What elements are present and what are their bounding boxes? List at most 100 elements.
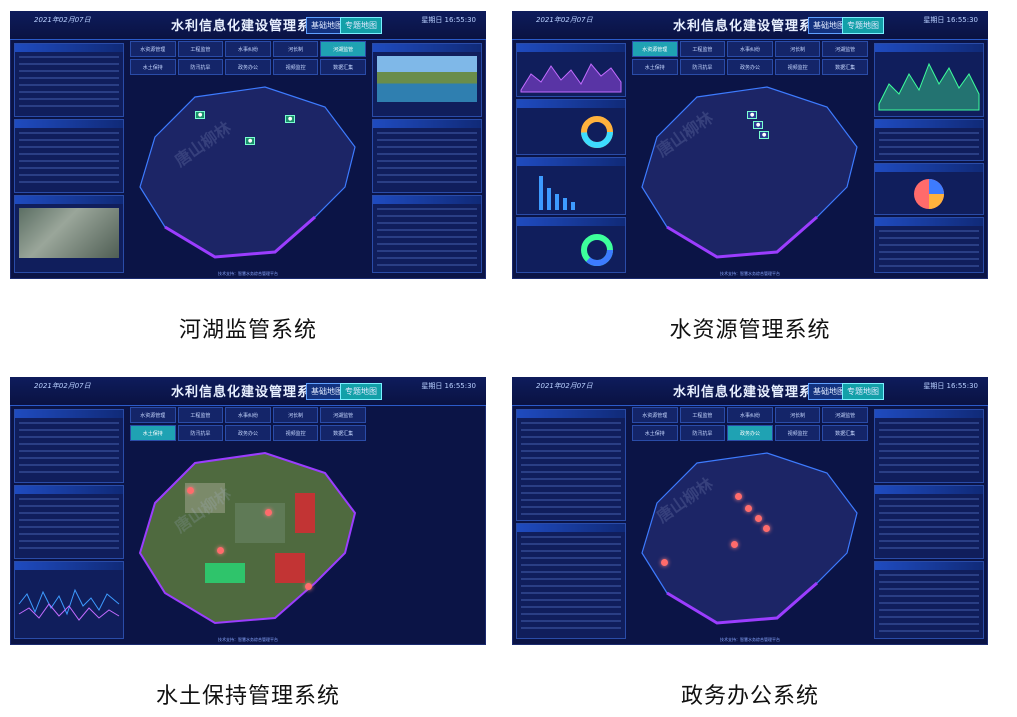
nav-item[interactable]: 防汛抗旱 — [177, 425, 224, 441]
nav-item-active[interactable]: 政务办公 — [727, 425, 773, 441]
info-box — [14, 43, 124, 117]
nav-item[interactable]: 数据汇集 — [320, 59, 366, 75]
module-nav: 水资源管理 工程监管 水事纠纷 河长制 河湖监管 水土保持 防汛抗旱 政务办公 … — [130, 41, 366, 75]
nav-item[interactable]: 水事纠纷 — [225, 407, 271, 423]
nav-item[interactable]: 数据汇集 — [320, 425, 366, 441]
right-column-collapsed — [372, 409, 482, 639]
nav-item[interactable]: 防汛抗旱 — [177, 59, 224, 75]
nav-item[interactable]: 河湖监管 — [320, 407, 366, 423]
nav-item[interactable]: 河长制 — [272, 407, 319, 423]
footer-text: 技术支持：智慧水务综合管理平台 — [218, 637, 278, 642]
donut-box — [516, 217, 626, 273]
nav-item[interactable]: 河长制 — [774, 407, 821, 423]
topic-map-button[interactable]: 专题地图 — [842, 383, 884, 400]
app-title: 水利信息化建设管理系统 — [672, 19, 827, 34]
caption-river-lake: 河湖监管系统 — [178, 318, 317, 343]
panel-soil-conservation: 2021年02月07日 水利信息化建设管理系统 基础地图 专题地图 星期日 16… — [10, 377, 486, 645]
nav-item[interactable]: 河湖监管 — [822, 41, 868, 57]
left-column — [14, 43, 124, 273]
nav-item[interactable]: 水土保持 — [632, 425, 678, 441]
nav-item[interactable]: 水资源管理 — [632, 407, 678, 423]
nav-item[interactable]: 视频监控 — [774, 59, 821, 75]
topic-map-button[interactable]: 专题地图 — [340, 17, 382, 34]
nav-item[interactable]: 工程监管 — [177, 41, 224, 57]
nav-item[interactable]: 水事纠纷 — [727, 407, 773, 423]
panel-office: 2021年02月07日 水利信息化建设管理系统 基础地图 专题地图 星期日 16… — [512, 377, 988, 645]
line-chart-box — [14, 561, 124, 639]
footer-text: 技术支持：智慧水务综合管理平台 — [720, 271, 780, 276]
nav-item[interactable]: 数据汇集 — [822, 59, 868, 75]
nav-item[interactable]: 视频监控 — [272, 59, 319, 75]
notice-list-box — [516, 409, 626, 521]
topic-map-button[interactable]: 专题地图 — [340, 383, 382, 400]
nav-item[interactable]: 水事纠纷 — [225, 41, 271, 57]
topic-map-button[interactable]: 专题地图 — [842, 17, 884, 34]
nav-item[interactable]: 水事纠纷 — [727, 41, 773, 57]
table-box — [372, 195, 482, 273]
donut-box — [516, 99, 626, 155]
header-time: 星期日 16:55:30 — [923, 382, 978, 390]
header-time: 星期日 16:55:30 — [923, 16, 978, 24]
area-chart-box — [874, 43, 984, 117]
map-area[interactable]: ● ● ● — [125, 77, 371, 267]
footer-text: 技术支持：智慧水务综合管理平台 — [720, 637, 780, 642]
header-bar: 2021年02月07日 水利信息化建设管理系统 基础地图 专题地图 星期日 16… — [512, 377, 988, 406]
table-box — [874, 119, 984, 161]
map-area[interactable]: ● ● ● — [627, 77, 873, 267]
panel-water-resources: 2021年02月07日 水利信息化建设管理系统 基础地图 专题地图 星期日 16… — [512, 11, 988, 279]
nav-item[interactable]: 政务办公 — [727, 59, 773, 75]
right-column — [874, 43, 984, 273]
table-box — [874, 485, 984, 559]
nav-item[interactable]: 水土保持 — [632, 59, 678, 75]
nav-item-active[interactable]: 水土保持 — [130, 425, 176, 441]
table-box — [14, 119, 124, 193]
table-box — [372, 119, 482, 193]
table-box — [874, 561, 984, 639]
video-box — [14, 195, 124, 273]
nav-item[interactable]: 工程监管 — [679, 41, 726, 57]
app-title: 水利信息化建设管理系统 — [170, 19, 325, 34]
header-bar: 2021年02月07日 水利信息化建设管理系统 基础地图 专题地图 星期日 16… — [10, 11, 486, 40]
doc-list-box — [516, 523, 626, 639]
module-nav: 水资源管理 工程监管 水事纠纷 河长制 河湖监管 水土保持 防汛抗旱 政务办公 … — [130, 407, 366, 441]
nav-item[interactable]: 河湖监管 — [822, 407, 868, 423]
satellite-map-area[interactable] — [125, 443, 371, 633]
nav-item[interactable]: 河长制 — [272, 41, 319, 57]
nav-item[interactable]: 河长制 — [774, 41, 821, 57]
nav-item-active[interactable]: 河湖监管 — [320, 41, 366, 57]
right-column — [372, 43, 482, 273]
nav-item-active[interactable]: 水资源管理 — [632, 41, 678, 57]
nav-item[interactable]: 政务办公 — [225, 425, 271, 441]
footer-text: 技术支持：智慧水务综合管理平台 — [218, 271, 278, 276]
table-box — [874, 409, 984, 483]
table-box — [14, 485, 124, 559]
map-area[interactable] — [627, 443, 873, 633]
nav-item[interactable]: 工程监管 — [679, 407, 726, 423]
nav-item[interactable]: 视频监控 — [774, 425, 821, 441]
panel-river-lake: 2021年02月07日 水利信息化建设管理系统 基础地图 专题地图 星期日 16… — [10, 11, 486, 279]
nav-item[interactable]: 政务办公 — [225, 59, 271, 75]
right-column — [874, 409, 984, 639]
left-column — [14, 409, 124, 639]
nav-item[interactable]: 工程监管 — [177, 407, 224, 423]
nav-item[interactable]: 防汛抗旱 — [679, 425, 726, 441]
module-nav: 水资源管理 工程监管 水事纠纷 河长制 河湖监管 水土保持 防汛抗旱 政务办公 … — [632, 41, 868, 75]
caption-soil-conservation: 水土保持管理系统 — [155, 684, 340, 709]
table-box — [874, 217, 984, 273]
nav-item[interactable]: 水土保持 — [130, 59, 176, 75]
header-time: 星期日 16:55:30 — [421, 382, 476, 390]
caption-office: 政务办公系统 — [680, 684, 819, 709]
header-bar: 2021年02月07日 水利信息化建设管理系统 基础地图 专题地图 星期日 16… — [10, 377, 486, 406]
nav-item[interactable]: 数据汇集 — [822, 425, 868, 441]
photo-box — [372, 43, 482, 117]
nav-item[interactable]: 防汛抗旱 — [679, 59, 726, 75]
nav-item[interactable]: 水资源管理 — [130, 407, 176, 423]
caption-water-resources: 水资源管理系统 — [669, 318, 831, 343]
app-title: 水利信息化建设管理系统 — [170, 385, 325, 400]
header-bar: 2021年02月07日 水利信息化建设管理系统 基础地图 专题地图 星期日 16… — [512, 11, 988, 40]
pie-box — [874, 163, 984, 215]
bar-chart-box — [516, 157, 626, 215]
nav-item[interactable]: 水资源管理 — [130, 41, 176, 57]
left-column — [516, 43, 626, 273]
nav-item[interactable]: 视频监控 — [272, 425, 319, 441]
